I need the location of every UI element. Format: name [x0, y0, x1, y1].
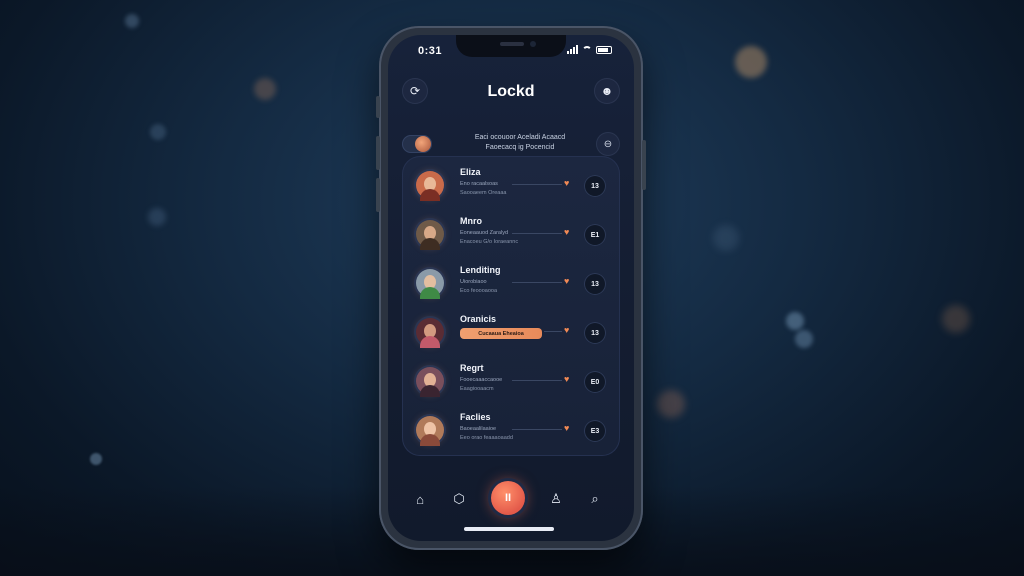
list-item[interactable]: Mnro Eoneaauod Zaralyd Enacoeu G/o Iorae…: [402, 214, 620, 262]
notch: [456, 35, 566, 57]
count-badge[interactable]: E1: [584, 224, 606, 246]
toggle-text-line2: Faoecacq ig Pocencid: [485, 144, 555, 151]
bokeh-light: [795, 330, 813, 348]
avatar: [416, 318, 444, 348]
status-pill[interactable]: Cucaaua Eheaioa: [460, 328, 542, 339]
wifi-icon: [582, 46, 592, 54]
heart-icon[interactable]: ♥: [564, 178, 569, 188]
list-item[interactable]: Faclies Baoeaalilaaioe Eeo orao feaaaoaa…: [402, 410, 620, 458]
avatar-body: [420, 287, 440, 299]
divider: [512, 380, 562, 381]
heart-icon[interactable]: ♥: [564, 227, 569, 237]
contact-detail: Eeo orao feaaaoaadd: [460, 435, 513, 441]
bokeh-light: [657, 390, 685, 418]
list-item[interactable]: Lenditing Uiorobiaoo Eco feoooaooa ♥ 13: [402, 263, 620, 311]
heart-icon[interactable]: ♥: [564, 374, 569, 384]
contact-detail: Fooecaaaccaooe: [460, 377, 503, 383]
bokeh-light: [148, 208, 166, 226]
divider: [512, 282, 562, 283]
avatar: [416, 220, 444, 250]
lock-icon: ⊖: [603, 138, 613, 150]
count-badge[interactable]: 13: [584, 322, 606, 344]
contact-name: Oranicis: [460, 314, 497, 324]
avatar-body: [420, 434, 440, 446]
avatar: [416, 171, 444, 201]
contact-detail: Uiorobiaoo: [460, 279, 487, 285]
volume-button: [376, 96, 380, 118]
privacy-toggle[interactable]: [402, 135, 432, 153]
status-icons: [567, 45, 612, 54]
app-screen: 0:31 ⟳ Lockd ☻ Eaci ocouoor Aceladi Acaa…: [388, 35, 634, 541]
count-badge[interactable]: E3: [584, 420, 606, 442]
contact-detail: Enacoeu G/o Ioraeannc: [460, 239, 519, 245]
contact-detail: Eno racaalsoas: [460, 181, 498, 187]
bokeh-light: [713, 225, 739, 251]
pause-button[interactable]: II: [491, 481, 525, 515]
divider: [512, 429, 562, 430]
avatar-body: [420, 385, 440, 397]
contact-name: Faclies: [460, 412, 491, 422]
count-badge[interactable]: 13: [584, 175, 606, 197]
count-badge[interactable]: 13: [584, 273, 606, 295]
user-icon[interactable]: ♙: [548, 491, 564, 507]
avatar-body: [420, 189, 440, 201]
contact-name: Lenditing: [460, 265, 501, 275]
camera: [530, 41, 536, 47]
profile-icon: ☻: [600, 84, 614, 98]
toggle-description: Eaci ocouoor Aceladi Acaacd Faoecacq ig …: [460, 133, 580, 153]
volume-button: [376, 178, 380, 212]
contact-name: Mnro: [460, 216, 482, 226]
pause-icon: II: [504, 492, 512, 504]
heart-icon[interactable]: ♥: [564, 423, 569, 433]
count-badge[interactable]: E0: [584, 371, 606, 393]
contact-detail: Baoeaalilaaioe: [460, 426, 497, 432]
divider: [544, 331, 562, 332]
profile-button[interactable]: ☻: [594, 78, 620, 104]
contact-list: Eliza Eno racaalsoas Saooaeem Oreaaa ♥ 1…: [402, 156, 620, 456]
contact-detail: Saooaeem Oreaaa: [460, 190, 507, 196]
avatar-body: [420, 238, 440, 250]
battery-icon: [596, 46, 612, 54]
circle-icon[interactable]: ⬡: [451, 491, 467, 507]
contact-name: Regrt: [460, 363, 484, 373]
divider: [512, 233, 562, 234]
contact-name: Eliza: [460, 167, 481, 177]
list-item[interactable]: Regrt Fooecaaaccaooe Eaagiooaacm ♥ E0: [402, 361, 620, 409]
bokeh-light: [254, 78, 276, 100]
avatar-body: [420, 336, 440, 348]
contact-detail: Eoneaauod Zaralyd: [460, 230, 509, 236]
contact-detail: Eaagiooaacm: [460, 386, 494, 392]
search-icon[interactable]: ⌕: [587, 491, 603, 507]
bokeh-light: [150, 124, 166, 140]
avatar: [416, 416, 444, 446]
speaker: [500, 42, 524, 46]
status-time: 0:31: [418, 45, 443, 57]
bokeh-light: [786, 312, 804, 330]
list-item[interactable]: Oranicis Cucaaua Eheaioa ♥ 13: [402, 312, 620, 360]
heart-icon[interactable]: ♥: [564, 276, 569, 286]
lock-button[interactable]: ⊖: [596, 132, 620, 156]
bokeh-light: [942, 305, 970, 333]
volume-button: [376, 136, 380, 170]
tab-bar: ⌂ ⬡ II ♙ ⌕: [388, 481, 634, 521]
avatar: [416, 367, 444, 397]
contact-detail: Eco feoooaooa: [460, 288, 498, 294]
signal-icon: [567, 45, 578, 54]
power-button: [642, 140, 646, 190]
phone-device: 0:31 ⟳ Lockd ☻ Eaci ocouoor Aceladi Acaa…: [376, 26, 646, 550]
list-item[interactable]: Eliza Eno racaalsoas Saooaeem Oreaaa ♥ 1…: [402, 165, 620, 213]
home-icon[interactable]: ⌂: [412, 491, 428, 507]
avatar: [416, 269, 444, 299]
heart-icon[interactable]: ♥: [564, 325, 569, 335]
divider: [512, 184, 562, 185]
bokeh-light: [125, 14, 139, 28]
toggle-text-line1: Eaci ocouoor Aceladi Acaacd: [474, 134, 566, 141]
bokeh-light: [90, 453, 102, 465]
bokeh-light: [735, 46, 767, 78]
toggle-knob: [415, 136, 431, 152]
home-indicator[interactable]: [464, 527, 554, 531]
